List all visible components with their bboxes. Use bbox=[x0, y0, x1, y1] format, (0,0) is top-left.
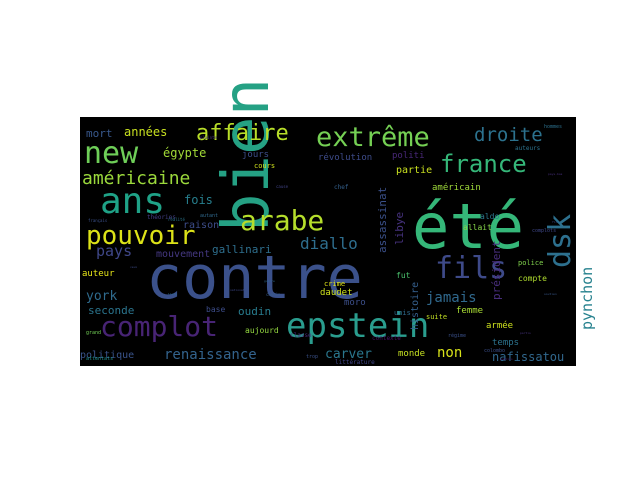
word-livre: livre bbox=[168, 292, 177, 296]
word-ceux: ceux bbox=[130, 265, 137, 269]
word-chef: chef bbox=[334, 184, 349, 191]
word-plainte: plainte bbox=[200, 135, 217, 140]
word-seconde: seconde bbox=[88, 304, 134, 317]
word-renaissance: renaissance bbox=[164, 347, 257, 363]
word-chemin: chemin bbox=[266, 292, 281, 297]
word-monde: monde bbox=[398, 349, 425, 359]
word-contexte: contexte bbox=[372, 335, 401, 342]
word-années: années bbox=[124, 125, 167, 139]
word-partie: partie bbox=[396, 165, 432, 176]
word-attentats: attentats bbox=[86, 356, 113, 362]
word-temps: temps bbox=[492, 338, 519, 348]
word-fin: fin bbox=[552, 220, 558, 224]
word-femme: femme bbox=[456, 306, 483, 316]
word-trop: trop bbox=[306, 354, 318, 360]
word-york: york bbox=[86, 289, 117, 304]
word-affaire: affaire bbox=[196, 121, 289, 146]
word-histoire: histoire bbox=[410, 282, 421, 330]
word-président: président bbox=[490, 240, 503, 300]
word-égypte: égypte bbox=[163, 146, 206, 160]
word-révolution: révolution bbox=[318, 152, 372, 163]
word-armée: armée bbox=[486, 320, 513, 331]
word-pays: pays bbox=[96, 242, 132, 260]
word-base: base bbox=[206, 305, 225, 314]
word-mouvement: mouvement bbox=[156, 249, 210, 260]
word-national: national bbox=[230, 288, 245, 292]
word-non: non bbox=[437, 345, 462, 361]
word-grand: grand bbox=[86, 330, 101, 336]
word-cours: cours bbox=[254, 162, 275, 170]
word-auteur: auteur bbox=[82, 269, 115, 279]
word-mort: mort bbox=[86, 127, 113, 140]
word-cause: cause bbox=[276, 184, 289, 189]
word-réalité: réalité bbox=[168, 217, 185, 222]
word-soutien: soutien bbox=[544, 292, 557, 296]
word-oudin: oudin bbox=[238, 305, 271, 318]
word-colombo: colombo bbox=[484, 348, 505, 354]
word-fut: fut bbox=[396, 271, 411, 280]
word-gallinari: gallinari bbox=[212, 243, 272, 256]
word-assassinat: assassinat bbox=[376, 187, 389, 253]
word-classe: classe bbox=[290, 332, 312, 339]
word-new: new bbox=[84, 136, 139, 171]
word-droite: droite bbox=[474, 124, 543, 146]
word-france: france bbox=[440, 150, 527, 178]
word-pynchon: pynchon bbox=[578, 267, 596, 330]
word-aldo: aldo bbox=[480, 212, 499, 221]
word-autant: autant bbox=[200, 213, 218, 219]
word-cloud: contreétébienepsteincomplotansfilsextrêm… bbox=[80, 78, 596, 366]
word-diallo: diallo bbox=[300, 234, 358, 253]
word-compte: compte bbox=[518, 274, 547, 283]
word-fois: fois bbox=[184, 193, 213, 207]
word-daudet: daudet bbox=[320, 288, 353, 298]
word-hommes: hommes bbox=[544, 124, 562, 130]
word-crime: crime bbox=[324, 280, 345, 288]
word-politi: politi bbox=[392, 151, 425, 161]
word-auteurs: auteurs bbox=[515, 145, 541, 152]
word-régime: régime bbox=[448, 332, 466, 339]
word-moro: moro bbox=[344, 298, 366, 308]
word-aujourd: aujourd bbox=[245, 326, 279, 335]
word-français: français bbox=[88, 218, 108, 223]
word-dsk: dsk bbox=[543, 214, 578, 268]
word-américain: américain bbox=[432, 182, 481, 193]
word-pays-bas: pays-bas bbox=[548, 172, 563, 176]
word-libye: libye bbox=[393, 212, 406, 245]
word-publics: publics bbox=[500, 357, 513, 361]
word-police: police bbox=[518, 259, 543, 267]
word-unis: unis bbox=[394, 309, 411, 317]
word-raison: raison bbox=[183, 220, 219, 231]
word-allait: allait bbox=[463, 223, 492, 232]
word-jours: jours bbox=[242, 150, 269, 160]
word-jamais: jamais bbox=[426, 290, 477, 306]
word-américaine: américaine bbox=[82, 168, 190, 189]
word-arabe: arabe bbox=[240, 204, 324, 237]
word-littérature: littérature bbox=[335, 359, 375, 366]
word-suite: suite bbox=[426, 313, 447, 321]
word-complots: complots bbox=[532, 228, 556, 234]
word-partis: partis bbox=[520, 331, 531, 335]
word-guerre: guerre bbox=[264, 279, 275, 283]
word-extrême: extrême bbox=[316, 122, 430, 153]
